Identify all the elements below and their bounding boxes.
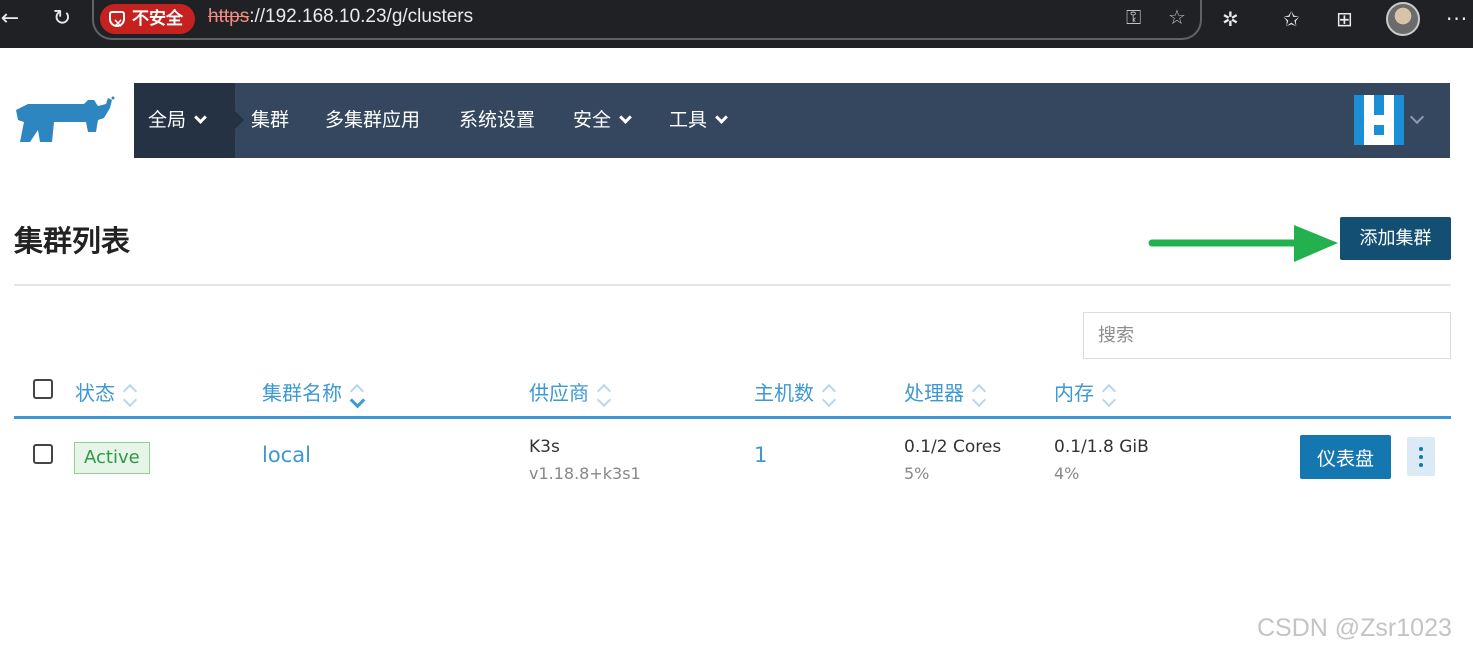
- address-bar[interactable]: 不安全 https://192.168.10.23/g/clusters ⚿ ☆: [92, 0, 1202, 40]
- provider-version: v1.18.8+k3s1: [529, 464, 641, 483]
- column-header-provider-label: 供应商: [529, 381, 589, 405]
- url-scheme: https: [208, 6, 250, 27]
- collections-icon[interactable]: ⊞: [1336, 6, 1353, 32]
- profile-avatar[interactable]: [1386, 2, 1420, 36]
- reload-icon[interactable]: ↻: [46, 6, 78, 32]
- node-count-link[interactable]: 1: [754, 443, 767, 467]
- column-header-nodes-label: 主机数: [754, 381, 814, 405]
- add-cluster-button[interactable]: 添加集群: [1340, 217, 1451, 260]
- column-header-cpu[interactable]: 处理器: [904, 378, 984, 408]
- main-nav: 全局 集群 多集群应用 系统设置 安全 工具: [134, 83, 1450, 158]
- nav-active-indicator: [235, 111, 244, 129]
- url-text[interactable]: https://192.168.10.23/g/clusters: [208, 6, 473, 28]
- select-all-checkbox[interactable]: [33, 379, 53, 399]
- nav-global-label: 全局: [148, 109, 187, 131]
- nav-multi-cluster-apps[interactable]: 多集群应用: [325, 83, 420, 158]
- kebab-dot: [1419, 462, 1423, 467]
- sort-icon: [1102, 382, 1114, 408]
- back-icon[interactable]: ←: [0, 6, 26, 32]
- sort-icon: [123, 382, 135, 408]
- column-header-provider[interactable]: 供应商: [529, 378, 609, 408]
- extensions-icon[interactable]: ✲: [1222, 6, 1239, 32]
- table-header-rule: [14, 416, 1451, 419]
- more-icon[interactable]: ···: [1446, 6, 1468, 32]
- green-arrow-annotation: [1148, 225, 1338, 262]
- column-header-name[interactable]: 集群名称: [262, 378, 362, 408]
- kebab-dot: [1419, 454, 1423, 459]
- dashboard-button[interactable]: 仪表盘: [1300, 435, 1391, 479]
- key-icon[interactable]: ⚿: [1126, 5, 1141, 29]
- page-title: 集群列表: [14, 224, 131, 258]
- chevron-down-icon: [715, 111, 728, 124]
- column-header-state[interactable]: 状态: [75, 378, 135, 408]
- nav-global[interactable]: 全局: [134, 83, 235, 158]
- provider-name: K3s: [529, 437, 560, 457]
- header-divider: [14, 284, 1451, 286]
- column-header-name-label: 集群名称: [262, 381, 342, 405]
- status-badge: Active: [74, 442, 150, 474]
- kebab-dot: [1419, 446, 1423, 451]
- url-path: ://192.168.10.23/g/clusters: [249, 6, 474, 27]
- chevron-down-icon: [619, 111, 632, 124]
- rancher-logo-icon[interactable]: [14, 96, 116, 148]
- row-actions-button[interactable]: [1407, 437, 1435, 476]
- cpu-usage: 0.1/2 Cores: [904, 437, 1002, 457]
- nav-clusters[interactable]: 集群: [251, 83, 289, 158]
- row-checkbox[interactable]: [33, 444, 53, 464]
- watermark: CSDN @Zsr1023: [1257, 614, 1452, 642]
- sort-icon: [972, 382, 984, 408]
- security-label: 不安全: [132, 9, 183, 29]
- column-header-memory-label: 内存: [1054, 381, 1094, 405]
- user-avatar[interactable]: [1353, 95, 1405, 145]
- shield-icon: [109, 8, 125, 38]
- column-header-nodes[interactable]: 主机数: [754, 378, 834, 408]
- sort-icon: [350, 382, 362, 408]
- cluster-name-link[interactable]: local: [262, 443, 311, 467]
- favorites-icon[interactable]: ✩: [1283, 6, 1300, 32]
- nav-clusters-label: 集群: [251, 109, 290, 131]
- memory-usage: 0.1/1.8 GiB: [1054, 437, 1149, 457]
- nav-security[interactable]: 安全: [573, 83, 632, 158]
- nav-tools-label: 工具: [669, 109, 708, 131]
- nav-tools[interactable]: 工具: [669, 83, 728, 158]
- sort-icon: [822, 382, 834, 408]
- column-header-cpu-label: 处理器: [904, 381, 964, 405]
- search-input[interactable]: [1083, 312, 1451, 359]
- star-icon[interactable]: ☆: [1168, 5, 1186, 29]
- security-badge[interactable]: 不安全: [100, 4, 195, 38]
- nav-multi-cluster-apps-label: 多集群应用: [325, 109, 421, 131]
- cpu-percent: 5%: [904, 464, 930, 483]
- sort-icon: [597, 382, 609, 408]
- browser-toolbar: ← ↻ 不安全 https://192.168.10.23/g/clusters…: [0, 0, 1473, 48]
- memory-percent: 4%: [1054, 464, 1080, 483]
- nav-security-label: 安全: [573, 109, 612, 131]
- column-header-state-label: 状态: [75, 381, 115, 405]
- column-header-memory[interactable]: 内存: [1054, 378, 1114, 408]
- nav-settings-label: 系统设置: [459, 109, 536, 131]
- chevron-down-icon: [194, 111, 207, 124]
- nav-settings[interactable]: 系统设置: [459, 83, 535, 158]
